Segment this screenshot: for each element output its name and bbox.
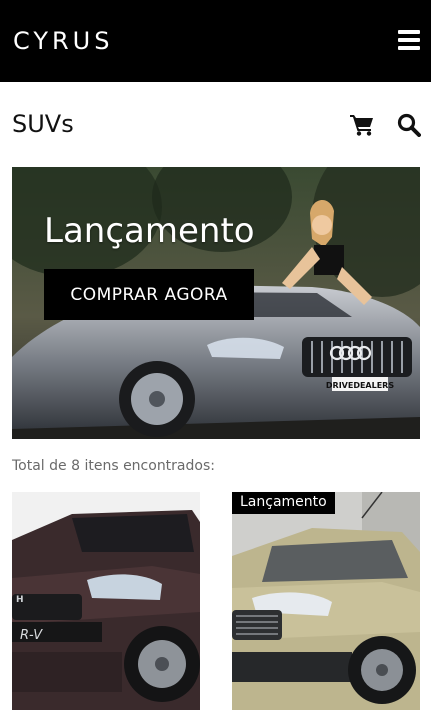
hero-banner[interactable]: DRIVEDEALERS Lançamento COMPRAR AGORA (12, 167, 420, 439)
hero-title: Lançamento (44, 211, 255, 251)
brand-logo[interactable]: CYRUS (13, 26, 113, 56)
search-icon[interactable] (397, 113, 421, 137)
results-count: Total de 8 itens encontrados: (12, 458, 215, 474)
product-image-2 (232, 492, 420, 710)
plate-text: DRIVEDEALERS (326, 381, 394, 390)
top-navbar: CYRUS (0, 0, 431, 82)
buy-now-button[interactable]: COMPRAR AGORA (44, 269, 254, 320)
launch-badge: Lançamento (232, 492, 335, 514)
cart-icon[interactable] (350, 114, 374, 136)
page-header: SUVs (0, 82, 431, 166)
product-card-1[interactable]: H R-V (12, 492, 200, 710)
product-image-1: H R-V (12, 492, 200, 710)
svg-text:H: H (16, 595, 24, 605)
product-card-2[interactable]: Lançamento (232, 492, 420, 710)
model-badge-text: R-V (20, 628, 43, 643)
hamburger-menu-icon[interactable] (398, 30, 420, 50)
page-title: SUVs (12, 110, 74, 138)
